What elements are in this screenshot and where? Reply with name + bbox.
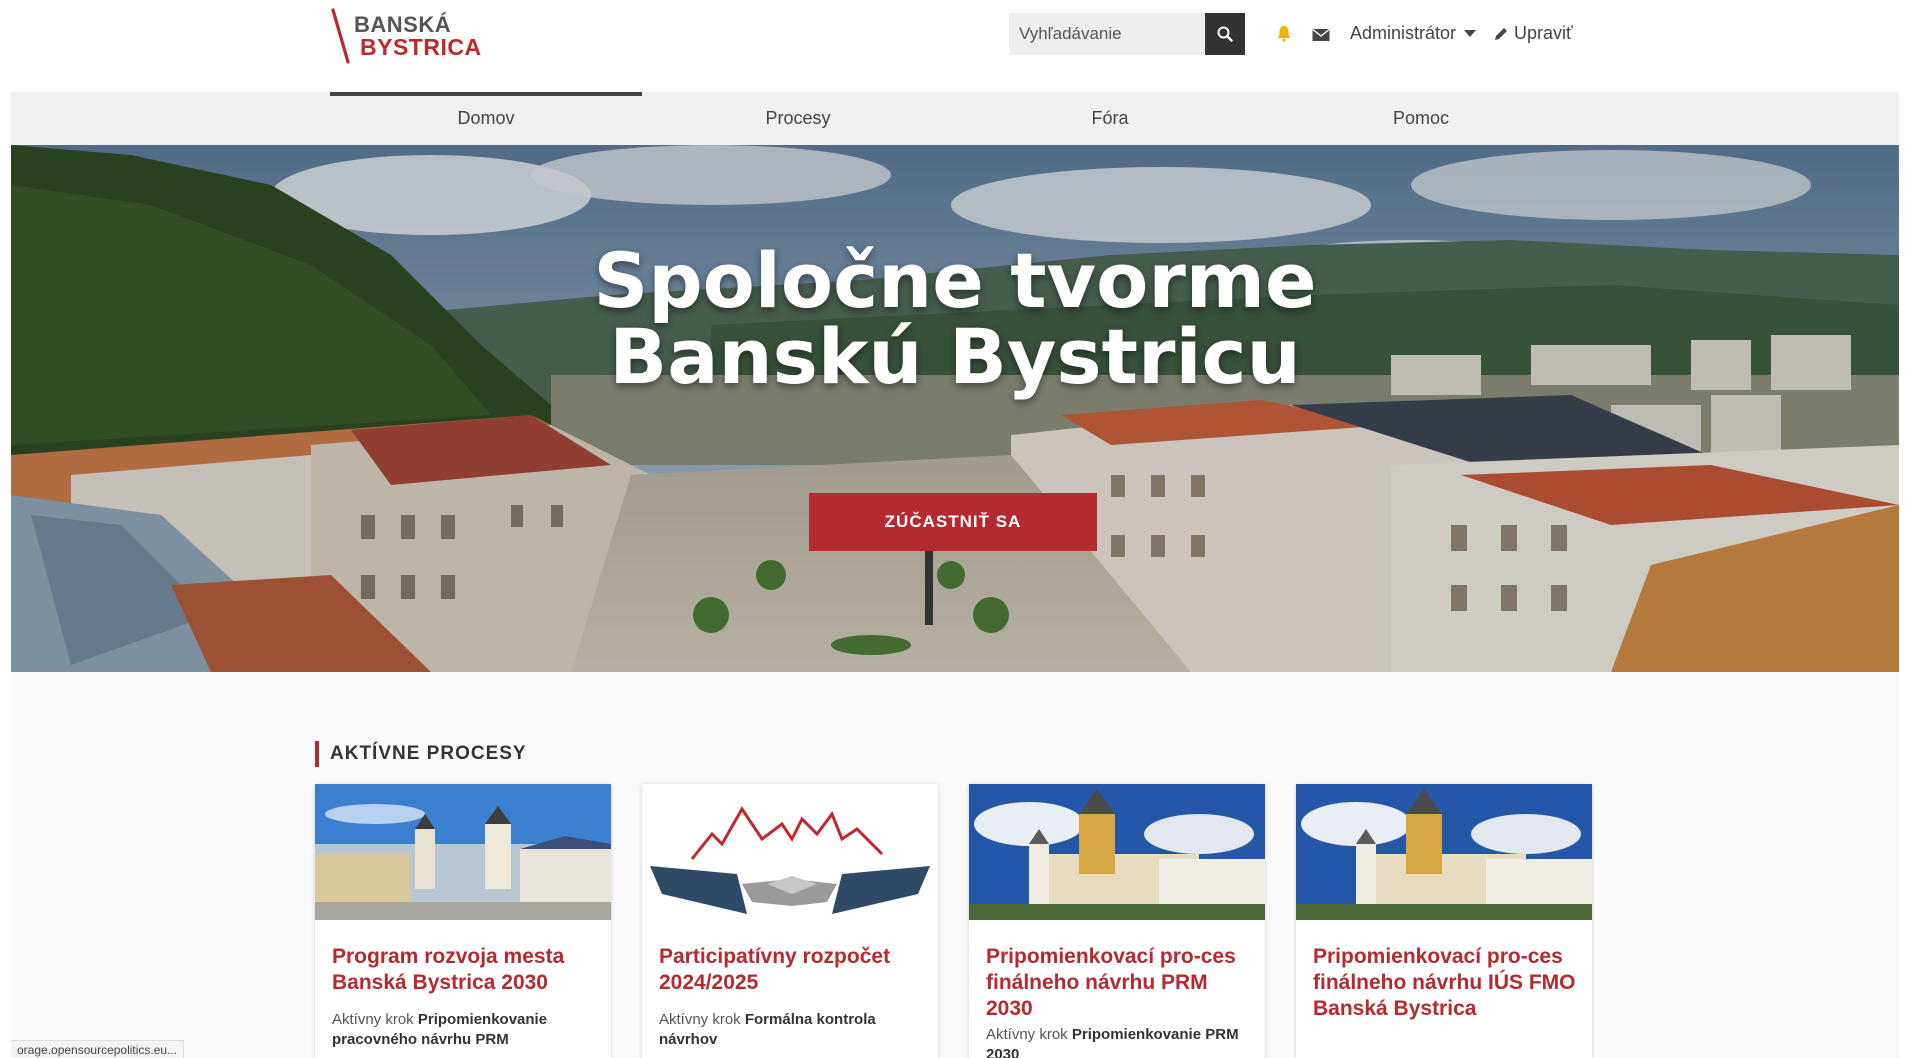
caret-down-icon <box>1464 30 1477 37</box>
process-card[interactable]: Participatívny rozpočet 2024/2025 Aktívn… <box>642 784 938 1058</box>
nav-item-fora[interactable]: Fóra <box>954 92 1266 145</box>
process-card-title: Participatívny rozpočet 2024/2025 <box>659 945 891 994</box>
search-button[interactable] <box>1205 13 1245 55</box>
hero-banner: Spoločne tvorme Banskú Bystricu ZÚČASTNI… <box>11 145 1899 672</box>
process-card-step: Aktívny krok Formálna kontrola návrhov <box>659 1010 929 1050</box>
process-card-title: Pripomienkovací pro-ces finálneho návrhu… <box>1313 945 1576 1020</box>
search-icon <box>1217 26 1233 42</box>
site-logo[interactable]: BANSKÁ BYSTRICA <box>330 8 482 64</box>
process-card-title: Pripomienkovací pro-ces finálneho návrhu… <box>986 945 1236 1020</box>
process-card[interactable]: Program rozvoja mesta Banská Bystrica 20… <box>315 784 611 1058</box>
edit-label: Upraviť <box>1514 23 1573 43</box>
process-card-step: Aktívny krok Pripomienkovanie pracovného… <box>332 1010 602 1050</box>
hero-title-line1: Spoločne tvorme <box>593 236 1317 325</box>
process-card[interactable]: Pripomienkovací pro-ces finálneho návrhu… <box>1296 784 1592 1058</box>
hero-title-line2: Banskú Bystricu <box>609 312 1301 401</box>
process-card-image <box>1296 784 1592 920</box>
process-card-step: Aktívny krok Pripomienkovanie PRM 2030 <box>986 1025 1256 1058</box>
browser-status-url: orage.opensourcepolitics.eu... <box>11 1040 185 1058</box>
search-input[interactable] <box>1009 13 1205 55</box>
search-form <box>1009 13 1245 55</box>
step-prefix: Aktívny krok <box>986 1026 1068 1043</box>
edit-link[interactable]: Upraviť <box>1493 23 1573 44</box>
hero-title: Spoločne tvorme Banskú Bystricu <box>11 243 1899 395</box>
participate-button[interactable]: ZÚČASTNIŤ SA <box>809 493 1097 551</box>
step-prefix: Aktívny krok <box>332 1011 414 1028</box>
logo-text-bottom: BYSTRICA <box>360 34 482 60</box>
logo-slash-icon <box>331 8 350 64</box>
hero-city-image <box>11 145 1899 672</box>
nav-item-pomoc[interactable]: Pomoc <box>1265 92 1577 145</box>
active-processes-section <box>11 672 1899 1058</box>
section-title: AKTÍVNE PROCESY <box>315 741 527 767</box>
process-card[interactable]: Pripomienkovací pro-ces finálneho návrhu… <box>969 784 1265 1058</box>
bell-icon[interactable] <box>1275 24 1293 42</box>
nav-item-domov[interactable]: Domov <box>330 92 642 145</box>
pencil-icon <box>1495 27 1507 40</box>
top-header: BANSKÁ BYSTRICA Administrátor Upraviť <box>0 0 1908 92</box>
process-card-title: Program rozvoja mesta Banská Bystrica 20… <box>332 945 565 994</box>
user-name: Administrátor <box>1350 23 1457 43</box>
process-card-image <box>315 784 611 920</box>
nav-item-procesy[interactable]: Procesy <box>642 92 954 145</box>
process-card-image <box>969 784 1265 920</box>
mail-icon[interactable] <box>1312 28 1330 42</box>
step-prefix: Aktívny krok <box>659 1011 741 1028</box>
process-card-image <box>642 784 938 920</box>
user-menu[interactable]: Administrátor <box>1350 23 1477 44</box>
